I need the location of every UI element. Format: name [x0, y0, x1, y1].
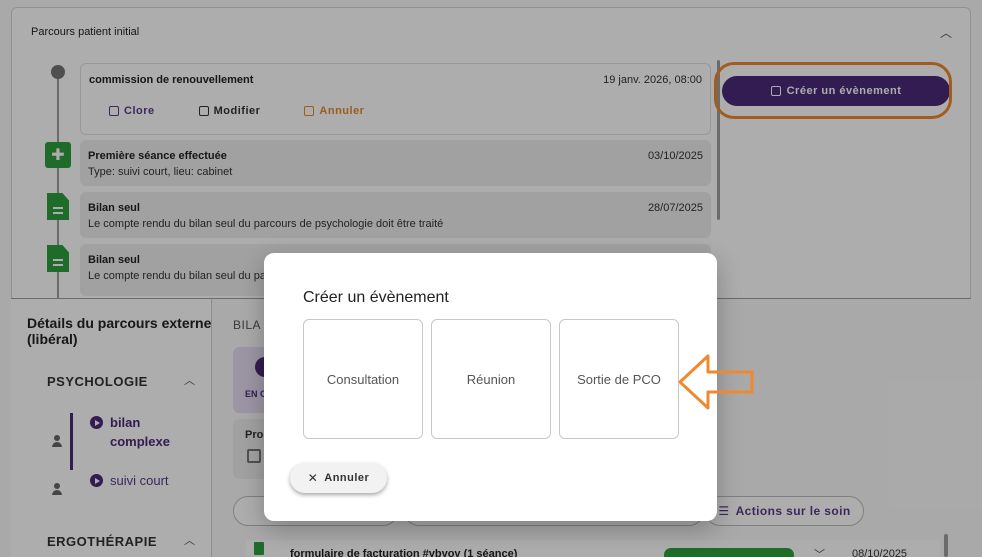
option-reunion[interactable]: Réunion: [431, 319, 551, 439]
dialog-title: Créer un évènement: [303, 289, 449, 306]
annotation-arrow-icon: [678, 354, 754, 410]
close-icon: ✕: [307, 471, 319, 485]
option-consultation[interactable]: Consultation: [303, 319, 423, 439]
page: Parcours patient initial ︿ ✚ commission …: [0, 0, 982, 557]
create-event-dialog: Créer un évènement Consultation Réunion …: [264, 253, 717, 521]
dialog-cancel-button[interactable]: ✕ Annuler: [290, 463, 387, 493]
option-sortie-pco[interactable]: Sortie de PCO: [559, 319, 679, 439]
